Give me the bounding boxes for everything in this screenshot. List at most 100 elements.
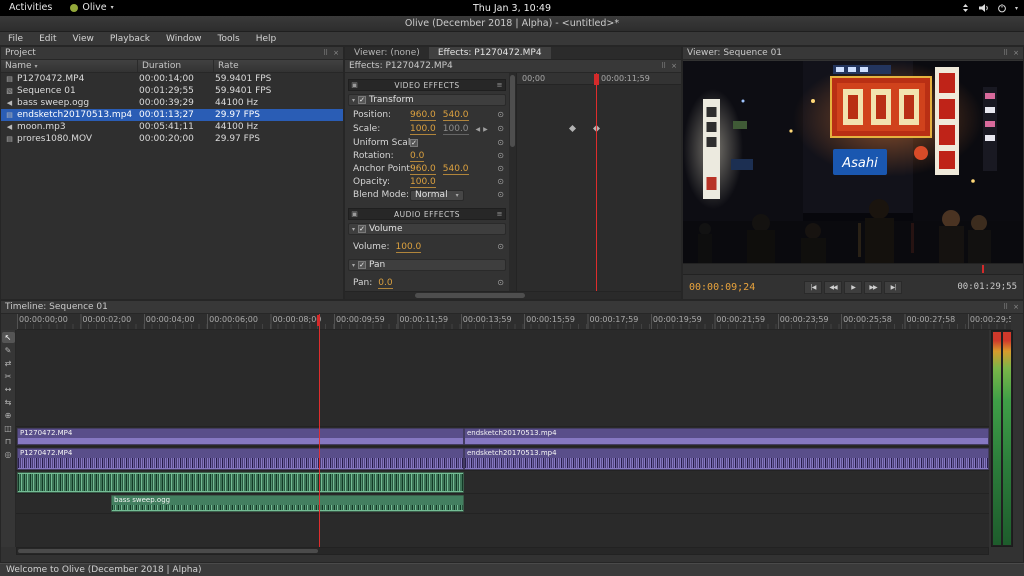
project-item[interactable]: ▤ prores1080.MOV 00:00:20;00 29.97 FPS [1,133,343,145]
expander-icon[interactable]: ▾ [352,97,355,104]
column-rate[interactable]: Rate [214,60,343,72]
panel-grip-icon[interactable]: ⠿ [1003,303,1008,311]
menu-item-help[interactable]: Help [248,32,285,45]
razor-tool[interactable]: ✂ [2,371,15,382]
transition-tool[interactable]: ◫ [2,423,15,434]
keyframe-toggle-icon[interactable]: ⊙ [497,191,504,199]
timeline-panel-header[interactable]: Timeline: Sequence 01 ⠿ × [1,301,1023,314]
pointer-tool[interactable]: ↖ [1,332,15,343]
expander-icon[interactable]: ▾ [352,262,355,269]
panel-grip-icon[interactable]: ⠿ [1003,49,1008,57]
keyframe-toggle-icon[interactable]: ⊙ [497,111,504,119]
collapse-all-icon[interactable]: ▣ [349,210,360,218]
viewer-seekbar[interactable] [683,263,1023,275]
hand-tool[interactable]: ⊕ [2,410,15,421]
volume-field[interactable]: 100.0 [395,242,422,253]
volume-enabled-checkbox[interactable]: ✓ [358,225,367,233]
uniform-scale-checkbox[interactable]: ✓ [410,139,418,147]
project-item[interactable]: ▧ Sequence 01 00:01:29;55 59.9401 FPS [1,85,343,97]
project-item[interactable]: ◀ bass sweep.ogg 00:00:39;29 44100 Hz [1,97,343,109]
keyframe-toggle-icon[interactable]: ⊙ [497,125,504,133]
go-to-end-button[interactable]: ▶| [884,280,902,294]
tab-viewer-none[interactable]: Viewer: (none) [345,47,429,59]
scale-y-field[interactable]: 100.0 [442,124,469,135]
anchor-y-field[interactable]: 540.0 [442,164,469,175]
panel-close-icon[interactable]: × [671,62,677,70]
volume-effect-header[interactable]: ▾ ✓ Volume [348,223,506,235]
effects-panel-header[interactable]: Effects: P1270472.MP4 ⠿ × [345,60,681,73]
edit-tool[interactable]: ✎ [2,345,15,356]
timeline-ruler[interactable]: 00:00:00;00 00:00:02;00 00:00:04;00 00:0… [17,314,1011,330]
panel-grip-icon[interactable]: ⠿ [323,49,328,57]
menu-item-window[interactable]: Window [158,32,210,45]
audio-clip[interactable]: endsketch20170513.mp4 [464,448,989,470]
menu-item-view[interactable]: View [65,32,102,45]
project-item-selected[interactable]: ▤ endsketch20170513.mp4 00:01:13;27 29.9… [1,109,343,121]
effects-menu-icon[interactable]: ≡ [494,81,505,89]
keyframe-toggle-icon[interactable]: ⊙ [497,279,504,287]
anchor-x-field[interactable]: 960.0 [410,164,436,175]
slip-tool[interactable]: ↔ [2,384,15,395]
position-x-field[interactable]: 960.0 [410,110,436,121]
keyframe-toggle-icon[interactable]: ⊙ [497,139,504,147]
panel-close-icon[interactable]: × [333,49,339,57]
timeline-playhead[interactable] [319,314,320,547]
viewer-panel-header[interactable]: Viewer: Sequence 01 ⠿ × [683,47,1023,60]
project-panel-header[interactable]: Project ⠿ × [1,47,343,60]
keyframe-timeline[interactable]: 00;00 00:00:11;59 [516,73,681,291]
menu-item-edit[interactable]: Edit [31,32,64,45]
transform-enabled-checkbox[interactable]: ✓ [358,96,367,104]
transform-effect-header[interactable]: ▾ ✓ Transform [348,94,506,106]
menu-item-tools[interactable]: Tools [210,32,248,45]
viewer-current-timecode[interactable]: 00:00:09;24 [689,282,755,293]
keyframe-toggle-icon[interactable]: ⊙ [497,152,504,160]
next-keyframe-icon[interactable]: ▶ [483,126,488,133]
timeline-tracks[interactable]: P1270472.MP4 endsketch20170513.mp4 P1270… [16,330,989,547]
collapse-all-icon[interactable]: ▣ [349,81,360,89]
slide-tool[interactable]: ⇆ [2,397,15,408]
keyframe-toggle-icon[interactable]: ⊙ [497,165,504,173]
keyframe-playhead-marker[interactable] [594,74,599,85]
pan-field[interactable]: 0.0 [378,278,393,289]
tab-effects[interactable]: Effects: P1270472.MP4 [428,47,551,59]
pan-effect-header[interactable]: ▾ ✓ Pan [348,259,506,271]
activities-button[interactable]: Activities [0,0,61,16]
clock[interactable]: Thu Jan 3, 10:49 [473,3,551,14]
system-tray[interactable]: ▾ [961,0,1018,16]
app-menu[interactable]: Olive ▾ [61,0,122,16]
position-y-field[interactable]: 540.0 [442,110,469,121]
audio-clip[interactable]: bass sweep.ogg [111,495,464,512]
rotation-field[interactable]: 0.0 [410,151,425,162]
keyframe-toggle-icon[interactable]: ⊙ [497,243,504,251]
keyframe-toggle-icon[interactable]: ⊙ [497,178,504,186]
keyframe-marker[interactable] [568,124,577,133]
panel-close-icon[interactable]: × [1013,303,1019,311]
play-button[interactable]: ▶ [844,280,862,294]
panel-close-icon[interactable]: × [1013,49,1019,57]
menu-item-file[interactable]: File [0,32,31,45]
rewind-button[interactable]: ◀◀ [824,280,842,294]
go-to-start-button[interactable]: |◀ [804,280,822,294]
prev-keyframe-icon[interactable]: ◀ [476,126,481,133]
audio-clip[interactable]: P1270472.MP4 [17,448,464,470]
audio-clip[interactable] [17,472,464,493]
panel-grip-icon[interactable]: ⠿ [661,62,666,70]
viewer-playhead-marker[interactable] [982,265,985,273]
ripple-tool[interactable]: ⇄ [2,358,15,369]
fast-forward-button[interactable]: ▶▶ [864,280,882,294]
column-name[interactable]: Name ▾ [1,60,138,72]
project-item[interactable]: ▤ P1270472.MP4 00:00:14;00 59.9401 FPS [1,73,343,85]
window-titlebar[interactable]: Olive (December 2018 | Alpha) - <untitle… [0,16,1024,32]
effects-horizontal-scrollbar[interactable] [345,291,681,299]
expander-icon[interactable]: ▾ [352,226,355,233]
timeline-horizontal-scrollbar[interactable] [16,547,989,555]
blend-mode-select[interactable]: Normal ▾ [410,189,464,201]
timeline-playhead-marker[interactable] [317,315,320,326]
column-duration[interactable]: Duration [138,60,214,72]
keyframe-playhead[interactable] [596,73,597,291]
video-clip[interactable]: P1270472.MP4 [17,428,464,445]
snap-toggle[interactable]: ⊓ [2,436,15,447]
zoom-tool[interactable]: ◎ [2,449,15,460]
video-clip[interactable]: endsketch20170513.mp4 [464,428,989,445]
menu-item-playback[interactable]: Playback [102,32,158,45]
